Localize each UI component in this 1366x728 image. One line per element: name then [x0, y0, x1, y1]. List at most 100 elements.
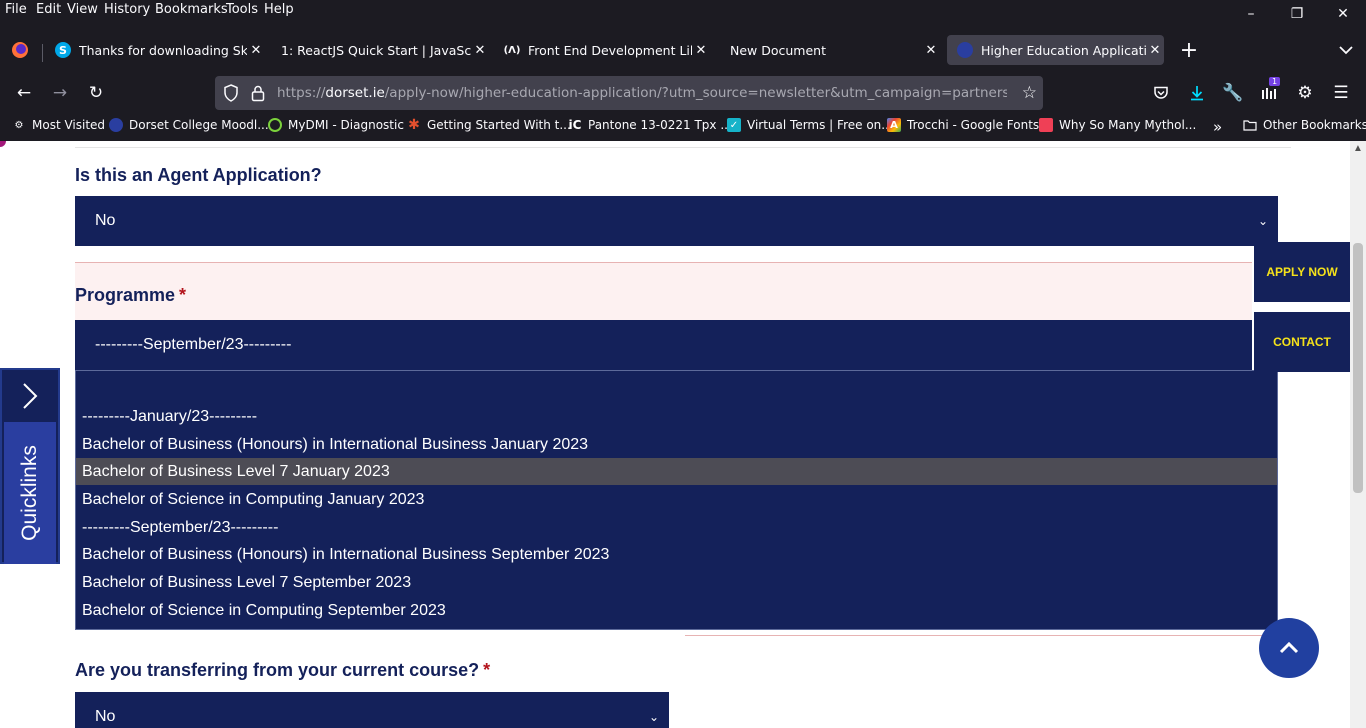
tab-higher-education[interactable]: Higher Education Application | D ✕	[947, 35, 1164, 65]
close-tab-icon[interactable]: ✕	[922, 43, 940, 58]
tab-title: Front End Development Librarie	[528, 42, 692, 58]
bookmark-dorset-moodle[interactable]: Dorset College Moodl...	[109, 118, 269, 132]
transfer-label-text: Are you transferring from your current c…	[75, 660, 480, 680]
lock-icon[interactable]	[251, 84, 265, 106]
menu-edit[interactable]: Edit	[36, 2, 61, 17]
extension-badge: 1	[1269, 77, 1281, 86]
menu-help[interactable]: Help	[264, 2, 294, 17]
forward-icon[interactable]: →	[46, 79, 74, 107]
bookmark-label: Dorset College Moodl...	[129, 118, 269, 132]
dropdown-option[interactable]: Bachelor of Business (Honours) in Intern…	[76, 431, 1277, 458]
tab-separator	[42, 44, 43, 62]
downloads-icon[interactable]	[1183, 79, 1211, 107]
check-icon: ✓	[727, 118, 741, 132]
bookmark-most-visited[interactable]: ⚙ Most Visited	[12, 118, 106, 132]
tab-title: 1: ReactJS Quick Start | JavaScript Tu	[281, 42, 471, 58]
required-asterisk: *	[483, 660, 491, 680]
programme-value: ---------September/23---------	[95, 336, 292, 353]
quicklinks-tab[interactable]: Quicklinks	[4, 422, 56, 564]
agent-application-label: Is this an Agent Application?	[75, 165, 322, 185]
more-bookmarks-chevron-icon[interactable]: »	[1213, 118, 1222, 136]
divider	[685, 635, 1265, 636]
url-domain: dorset.ie	[325, 85, 385, 101]
shield-icon[interactable]	[223, 84, 239, 106]
chevron-right-icon[interactable]	[2, 370, 58, 422]
settings-gear-icon[interactable]: ⚙	[1291, 79, 1319, 107]
menu-bookmarks[interactable]: Bookmarks	[155, 2, 228, 17]
minimize-icon[interactable]: –	[1228, 0, 1274, 28]
tab-title: New Document	[730, 42, 826, 58]
page-corner-dot	[0, 141, 6, 147]
extension-icon[interactable]: 1	[1255, 77, 1283, 107]
dropdown-option-group-header[interactable]: ---------September/23---------	[76, 514, 1277, 541]
transfer-value: No	[95, 708, 116, 725]
chevron-down-icon: ⌄	[648, 710, 659, 724]
bookmark-mythology[interactable]: Why So Many Mythol...	[1039, 118, 1196, 132]
url-bar[interactable]: https://dorset.ie/apply-now/higher-educa…	[215, 76, 1043, 110]
dropdown-option[interactable]: Bachelor of Business Level 7 September 2…	[76, 569, 1277, 596]
transfer-select[interactable]: No ⌄	[75, 692, 669, 728]
page-scrollbar[interactable]: ▲	[1350, 141, 1366, 728]
programme-dropdown-list[interactable]: ---------January/23--------- Bachelor of…	[75, 370, 1278, 630]
menu-history[interactable]: History	[104, 2, 150, 17]
dropdown-option-group-header[interactable]: ---------January/23---------	[76, 403, 1277, 430]
menu-file[interactable]: File	[5, 2, 27, 17]
bookmark-virtual-terms[interactable]: ✓ Virtual Terms | Free on...	[727, 118, 893, 132]
dropdown-option-highlighted[interactable]: Bachelor of Business Level 7 January 202…	[76, 458, 1277, 485]
reload-icon[interactable]: ↻	[82, 79, 110, 107]
close-window-icon[interactable]: ✕	[1320, 0, 1366, 28]
chevron-up-icon	[1279, 642, 1299, 654]
scroll-to-top-button[interactable]	[1259, 618, 1319, 678]
back-icon[interactable]: ←	[10, 79, 38, 107]
dropdown-option[interactable]: Bachelor of Science in Computing Septemb…	[76, 597, 1277, 624]
bookmark-label: Other Bookmarks	[1263, 118, 1366, 132]
programme-select[interactable]: ---------September/23---------	[75, 320, 1252, 370]
url-text: https://dorset.ie/apply-now/higher-educa…	[277, 85, 1007, 101]
bookmark-getting-started[interactable]: ✱ Getting Started With t...	[407, 117, 571, 133]
divider	[75, 147, 1291, 148]
menu-tools[interactable]: Tools	[226, 2, 258, 17]
other-bookmarks[interactable]: Other Bookmarks	[1243, 118, 1366, 132]
freecodecamp-icon: (Λ)	[503, 44, 521, 56]
apply-now-button[interactable]: APPLY NOW	[1254, 242, 1350, 302]
url-path: /apply-now/higher-education-application/…	[384, 85, 1007, 101]
agent-application-select[interactable]: No ⌄	[75, 196, 1278, 246]
dropdown-option[interactable]: Bachelor of Business (Honours) in Intern…	[76, 541, 1277, 568]
restore-icon[interactable]: ❐	[1274, 0, 1320, 28]
tab-reactjs[interactable]: 1: ReactJS Quick Start | JavaScript Tu ✕	[271, 35, 489, 65]
bookmark-star-icon[interactable]: ☆	[1022, 83, 1037, 103]
dropdown-option[interactable]	[76, 373, 1277, 400]
bookmark-label: Virtual Terms | Free on...	[747, 118, 893, 132]
close-tab-icon[interactable]: ✕	[1146, 43, 1164, 58]
bookmark-google-fonts[interactable]: A Trocchi - Google Fonts	[887, 118, 1039, 132]
tab-new-document[interactable]: New Document ✕	[720, 35, 940, 65]
tab-strip: S Thanks for downloading Skype ✕ 1: Reac…	[0, 32, 1366, 68]
bookmark-mydmi[interactable]: MyDMI - Diagnostic	[268, 118, 404, 132]
close-tab-icon[interactable]: ✕	[692, 43, 710, 58]
gear-icon: ⚙	[14, 119, 24, 131]
programme-label: Programme *	[75, 285, 186, 306]
close-tab-icon[interactable]: ✕	[471, 43, 489, 58]
tab-skype[interactable]: S Thanks for downloading Skype ✕	[45, 35, 265, 65]
bookmark-label: Why So Many Mythol...	[1059, 118, 1197, 132]
ic-icon: iC	[568, 118, 582, 132]
contact-button[interactable]: CONTACT	[1254, 312, 1350, 372]
bookmark-label: MyDMI - Diagnostic	[288, 118, 404, 132]
scroll-up-arrow-icon[interactable]: ▲	[1350, 141, 1366, 157]
quicklinks-panel[interactable]: Quicklinks	[0, 368, 60, 564]
hamburger-menu-icon[interactable]: ☰	[1327, 79, 1355, 107]
tab-list-chevron-icon[interactable]	[1332, 36, 1360, 64]
close-tab-icon[interactable]: ✕	[247, 43, 265, 58]
bookmark-pantone[interactable]: iC Pantone 13-0221 Tpx ...	[568, 118, 732, 132]
pocket-icon[interactable]	[1147, 79, 1175, 107]
menu-view[interactable]: View	[67, 2, 98, 17]
firefox-view-icon[interactable]	[6, 36, 34, 64]
dropdown-option[interactable]: Bachelor of Science in Computing January…	[76, 486, 1277, 513]
chevron-down-icon: ⌄	[1257, 214, 1268, 228]
tab-freecodecamp[interactable]: (Λ) Front End Development Librarie ✕	[494, 35, 710, 65]
wrench-icon[interactable]: 🔧	[1219, 79, 1247, 107]
programme-field-background	[75, 262, 1252, 320]
bookmark-label: Pantone 13-0221 Tpx ...	[588, 118, 732, 132]
scrollbar-thumb[interactable]	[1353, 243, 1363, 493]
new-tab-icon[interactable]: +	[1175, 36, 1203, 64]
